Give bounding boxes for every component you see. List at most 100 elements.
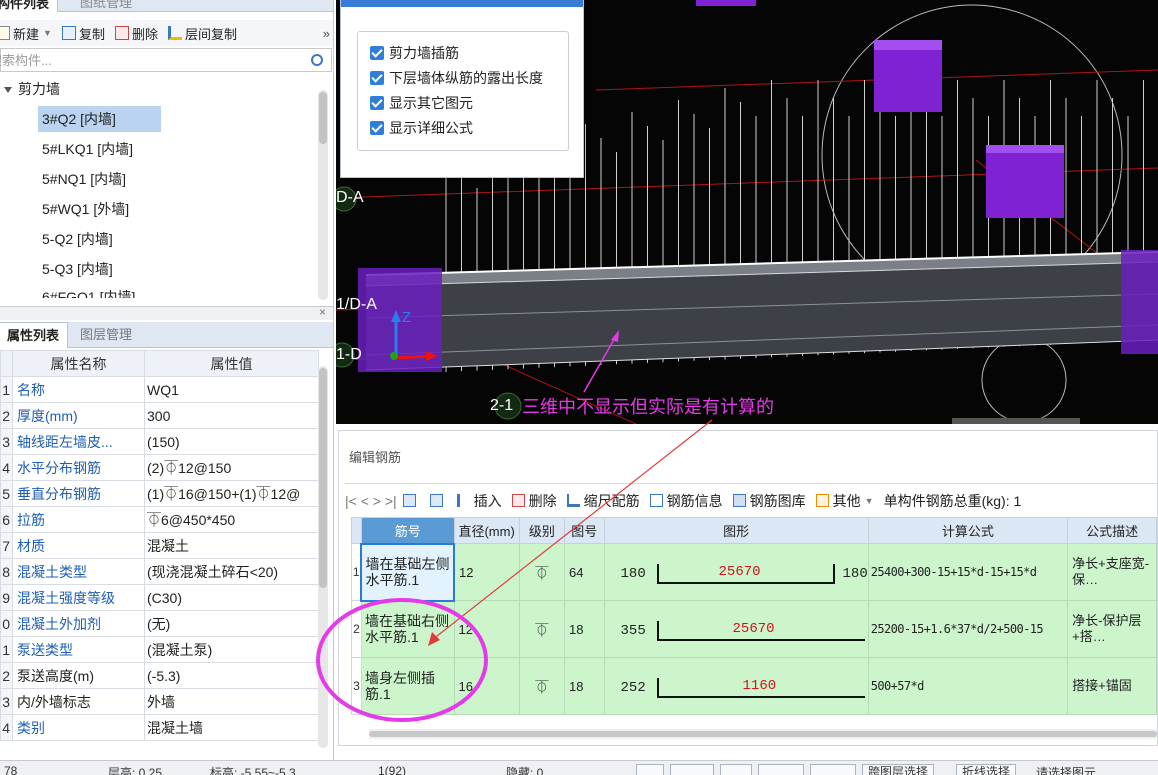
property-scrollbar-thumb[interactable] bbox=[319, 368, 327, 588]
tab-component-list[interactable]: 构件列表 bbox=[0, 0, 59, 12]
property-value[interactable]: 外墙 bbox=[144, 688, 319, 715]
column-header[interactable]: 筋号 bbox=[360, 517, 455, 544]
viewport-scroll-indicator[interactable] bbox=[952, 418, 1080, 424]
property-value[interactable]: (现浇混凝土碎石<20) bbox=[144, 558, 319, 585]
point-button[interactable] bbox=[810, 764, 856, 775]
checkbox-icon[interactable] bbox=[370, 95, 384, 110]
grade-cell[interactable]: ⏁ bbox=[518, 600, 565, 658]
description-cell[interactable]: 净长-保护层+搭… bbox=[1067, 600, 1157, 658]
panel-splitter[interactable]: × bbox=[0, 305, 333, 320]
move-down-button[interactable] bbox=[429, 494, 447, 507]
property-row[interactable]: 3 轴线距左墙皮... (150) bbox=[0, 428, 319, 455]
option-show-detailed-formula[interactable]: 显示详细公式 bbox=[370, 115, 568, 140]
property-value[interactable]: (150) bbox=[144, 428, 319, 455]
table-row[interactable]: 1 墙在基础左侧水平筋.1 12 ⏁ 64 180 25670 180 2540… bbox=[351, 542, 1157, 602]
column-header[interactable]: 公式描述 bbox=[1067, 517, 1157, 544]
property-row[interactable]: 2 厚度(mm) 300 bbox=[0, 402, 319, 429]
column-header[interactable]: 图形 bbox=[603, 517, 869, 544]
move-up-button[interactable] bbox=[402, 494, 420, 507]
figure-number-cell[interactable]: 18 bbox=[563, 600, 605, 658]
tab-property-list[interactable]: 属性列表 bbox=[0, 322, 69, 348]
polyline-select-button[interactable]: 折线选择 bbox=[956, 764, 1017, 775]
snap-button[interactable] bbox=[758, 764, 804, 775]
tree-item[interactable]: 5-Q3 [内墙] bbox=[42, 256, 113, 282]
grade-cell[interactable]: ⏁ bbox=[518, 657, 565, 715]
grade-cell[interactable]: ⏁ bbox=[518, 543, 565, 601]
diameter-cell[interactable]: 12 bbox=[453, 600, 520, 658]
cross-select-button[interactable] bbox=[720, 764, 752, 775]
scrollbar-thumb[interactable] bbox=[369, 731, 1157, 737]
figure-number-cell[interactable]: 64 bbox=[563, 543, 605, 601]
property-value[interactable]: (无) bbox=[144, 610, 319, 637]
property-row[interactable]: 9 混凝土强度等级 (C30) bbox=[0, 584, 319, 611]
table-row[interactable]: 2 墙在基础右侧水平筋.1 12 ⏁ 18 355 25670 25200-15… bbox=[351, 600, 1157, 658]
checkbox-icon[interactable] bbox=[370, 70, 384, 85]
column-header[interactable]: 级别 bbox=[518, 517, 565, 544]
tab-layer-management[interactable]: 图层管理 bbox=[72, 322, 140, 348]
tree-scrollbar[interactable] bbox=[318, 90, 328, 300]
formula-cell[interactable]: 500+57*d bbox=[867, 657, 1069, 715]
tree-scrollbar-thumb[interactable] bbox=[319, 92, 327, 144]
property-row[interactable]: 1 名称 WQ1 bbox=[0, 376, 319, 403]
shape-cell[interactable]: 252 1160 bbox=[603, 657, 869, 715]
delete-button[interactable]: 删除 bbox=[114, 24, 158, 43]
search-input[interactable] bbox=[0, 50, 311, 70]
other-button[interactable]: 其他 ▼ bbox=[815, 491, 874, 511]
property-row[interactable]: 4 水平分布钢筋 (2)⏁12@150 bbox=[0, 454, 319, 481]
insert-button[interactable]: 插入 bbox=[456, 491, 502, 511]
close-icon[interactable]: × bbox=[319, 305, 326, 319]
diameter-cell[interactable]: 12 bbox=[453, 543, 520, 601]
more-tools-button[interactable]: » bbox=[323, 26, 330, 41]
property-value[interactable]: (1)⏁16@150+(1)⏁12@ bbox=[144, 480, 319, 507]
copy-button[interactable]: 复制 bbox=[61, 24, 105, 43]
property-row[interactable]: 4 类别 混凝土墙 bbox=[0, 714, 319, 741]
property-value[interactable]: (2)⏁12@150 bbox=[144, 454, 319, 481]
property-value[interactable]: (混凝土泵) bbox=[144, 636, 319, 663]
table-horizontal-scrollbar[interactable] bbox=[369, 729, 1157, 739]
new-button[interactable]: 新建 ▼ bbox=[0, 24, 52, 43]
rebar-name-cell[interactable]: 墙在基础左侧水平筋.1 bbox=[360, 542, 456, 602]
property-value[interactable]: WQ1 bbox=[144, 376, 319, 403]
rebar-library-button[interactable]: 钢筋图库 bbox=[732, 491, 806, 511]
settings-panel-header[interactable] bbox=[341, 0, 583, 7]
property-value[interactable]: (-5.3) bbox=[144, 662, 319, 689]
search-icon[interactable] bbox=[311, 54, 323, 66]
tree-item[interactable]: 5-Q2 [内墙] bbox=[42, 226, 113, 252]
property-row[interactable]: 7 材质 混凝土 bbox=[0, 532, 319, 559]
cross-layer-select-button[interactable]: 跨图层选择 bbox=[862, 764, 935, 775]
rebar-info-button[interactable]: 钢筋信息 bbox=[649, 491, 723, 511]
rebar-name-cell[interactable]: 墙身左侧插筋.1 bbox=[360, 657, 455, 715]
option-exposed-length[interactable]: 下层墙体纵筋的露出长度 bbox=[370, 65, 568, 90]
ortho-toggle-button[interactable] bbox=[636, 764, 664, 775]
option-shear-wall-dowels[interactable]: 剪力墙插筋 bbox=[370, 40, 568, 65]
tree-item[interactable]: 5#LKQ1 [内墙] bbox=[42, 136, 133, 162]
property-value[interactable]: (C30) bbox=[144, 584, 319, 611]
property-row[interactable]: 6 拉筋 ⏁6@450*450 bbox=[0, 506, 319, 533]
select-mode-button[interactable] bbox=[670, 764, 714, 775]
figure-number-cell[interactable]: 18 bbox=[563, 657, 605, 715]
checkbox-icon[interactable] bbox=[370, 45, 384, 60]
formula-cell[interactable]: 25200-15+1.6*37*d/2+500-15 bbox=[867, 600, 1069, 658]
scale-rebar-button[interactable]: 缩尺配筋 bbox=[566, 491, 640, 511]
tree-node-shear-wall[interactable]: 剪力墙 bbox=[0, 76, 60, 102]
tree-item[interactable]: 3#Q2 [内墙] bbox=[38, 106, 161, 132]
record-nav-buttons[interactable]: |< < > >| bbox=[345, 493, 397, 509]
property-value[interactable]: ⏁6@450*450 bbox=[144, 506, 319, 533]
diameter-cell[interactable]: 16 bbox=[453, 657, 520, 715]
property-row[interactable]: 0 混凝土外加剂 (无) bbox=[0, 610, 319, 637]
column-header[interactable]: 直径(mm) bbox=[453, 517, 520, 544]
property-value[interactable]: 混凝土墙 bbox=[144, 714, 319, 741]
column-header[interactable]: 图号 bbox=[563, 517, 605, 544]
tab-drawing-management[interactable]: 图纸管理 bbox=[72, 0, 140, 12]
rebar-name-cell[interactable]: 墙在基础右侧水平筋.1 bbox=[360, 600, 455, 658]
shape-cell[interactable]: 180 25670 180 bbox=[603, 543, 869, 601]
shape-cell[interactable]: 355 25670 bbox=[603, 600, 869, 658]
property-value[interactable]: 300 bbox=[144, 402, 319, 429]
floor-copy-button[interactable]: 层间复制 bbox=[167, 24, 237, 43]
expand-caret-icon[interactable] bbox=[4, 87, 12, 93]
property-row[interactable]: 8 混凝土类型 (现浇混凝土碎石<20) bbox=[0, 558, 319, 585]
delete-rebar-button[interactable]: 删除 bbox=[511, 491, 557, 511]
property-scrollbar[interactable] bbox=[318, 366, 328, 748]
property-row[interactable]: 1 泵送类型 (混凝土泵) bbox=[0, 636, 319, 663]
description-cell[interactable]: 净长+支座宽-保… bbox=[1067, 543, 1157, 601]
